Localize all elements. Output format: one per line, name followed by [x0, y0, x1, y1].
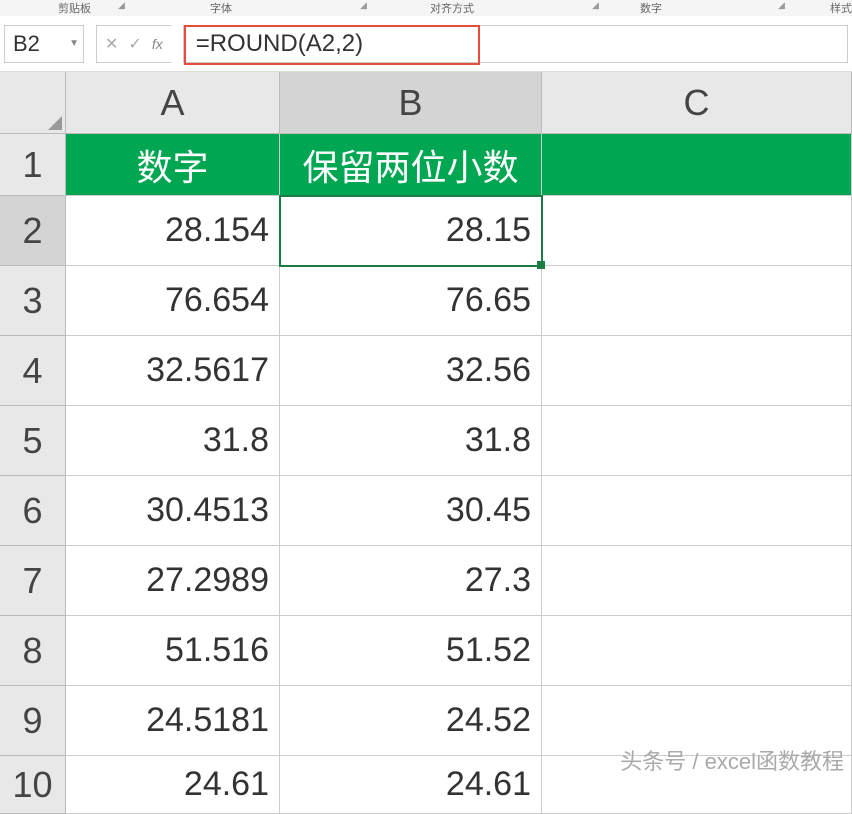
- cell-c4[interactable]: [542, 336, 852, 406]
- ribbon-label-clipboard: 剪贴板: [58, 0, 91, 16]
- cell-c7[interactable]: [542, 546, 852, 616]
- ribbon-label-style: 样式: [830, 0, 852, 16]
- corner-triangle-icon: [48, 116, 62, 130]
- cell-c1[interactable]: [542, 134, 852, 196]
- chevron-down-icon[interactable]: ▼: [69, 38, 79, 49]
- ribbon-expand-icon[interactable]: ◢: [360, 0, 367, 11]
- ribbon-label-font: 字体: [210, 0, 232, 16]
- row-header-10[interactable]: 10: [0, 756, 66, 814]
- table-row: 数字 保留两位小数: [66, 134, 852, 196]
- row-header-9[interactable]: 9: [0, 686, 66, 756]
- watermark-text: 头条号 / excel函数教程: [620, 744, 844, 776]
- table-row: 27.2989 27.3: [66, 546, 852, 616]
- ribbon-label-number: 数字: [640, 0, 662, 16]
- cell-a2[interactable]: 28.154: [66, 196, 280, 266]
- cell-b8[interactable]: 51.52: [280, 616, 542, 686]
- ribbon-expand-icon[interactable]: ◢: [778, 0, 785, 11]
- cell-a6[interactable]: 30.4513: [66, 476, 280, 546]
- ribbon-expand-icon[interactable]: ◢: [592, 0, 599, 11]
- table-row: 30.4513 30.45: [66, 476, 852, 546]
- cancel-icon[interactable]: ✕: [105, 34, 118, 54]
- cell-c6[interactable]: [542, 476, 852, 546]
- row-header-8[interactable]: 8: [0, 616, 66, 686]
- formula-input-container: [183, 25, 848, 63]
- cell-c5[interactable]: [542, 406, 852, 476]
- column-headers: A B C: [66, 72, 852, 134]
- ribbon-expand-icon[interactable]: ◢: [118, 0, 125, 11]
- cell-b3[interactable]: 76.65: [280, 266, 542, 336]
- cell-b6[interactable]: 30.45: [280, 476, 542, 546]
- row-header-7[interactable]: 7: [0, 546, 66, 616]
- row-header-4[interactable]: 4: [0, 336, 66, 406]
- row-header-5[interactable]: 5: [0, 406, 66, 476]
- table-row: 76.654 76.65: [66, 266, 852, 336]
- cell-a5[interactable]: 31.8: [66, 406, 280, 476]
- row-headers: 1 2 3 4 5 6 7 8 9 10: [0, 134, 66, 814]
- cell-b10[interactable]: 24.61: [280, 756, 542, 814]
- ribbon-label-alignment: 对齐方式: [430, 0, 474, 16]
- enter-icon[interactable]: ✓: [128, 34, 141, 54]
- row-header-6[interactable]: 6: [0, 476, 66, 546]
- name-box[interactable]: B2 ▼: [4, 25, 84, 63]
- column-header-a[interactable]: A: [66, 72, 280, 134]
- cell-b5[interactable]: 31.8: [280, 406, 542, 476]
- column-header-b[interactable]: B: [280, 72, 542, 134]
- cell-b2[interactable]: 28.15: [280, 196, 542, 266]
- row-header-3[interactable]: 3: [0, 266, 66, 336]
- cell-a8[interactable]: 51.516: [66, 616, 280, 686]
- cell-a4[interactable]: 32.5617: [66, 336, 280, 406]
- cell-b1[interactable]: 保留两位小数: [280, 134, 542, 196]
- table-row: 51.516 51.52: [66, 616, 852, 686]
- fx-icon[interactable]: fx: [152, 36, 163, 52]
- cell-b4[interactable]: 32.56: [280, 336, 542, 406]
- select-all-corner[interactable]: [0, 72, 66, 134]
- cell-a7[interactable]: 27.2989: [66, 546, 280, 616]
- cell-b9[interactable]: 24.52: [280, 686, 542, 756]
- cell-c8[interactable]: [542, 616, 852, 686]
- table-row: 32.5617 32.56: [66, 336, 852, 406]
- cell-a9[interactable]: 24.5181: [66, 686, 280, 756]
- cell-a3[interactable]: 76.654: [66, 266, 280, 336]
- cell-b7[interactable]: 27.3: [280, 546, 542, 616]
- formula-bar: B2 ▼ ✕ ✓ fx: [0, 16, 852, 72]
- name-box-value: B2: [13, 31, 40, 57]
- formula-input[interactable]: [188, 30, 843, 58]
- cell-c2[interactable]: [542, 196, 852, 266]
- row-header-2[interactable]: 2: [0, 196, 66, 266]
- cells-area: 数字 保留两位小数 28.154 28.15 76.654 76.65 32.5…: [66, 134, 852, 814]
- cell-a1[interactable]: 数字: [66, 134, 280, 196]
- table-row: 28.154 28.15: [66, 196, 852, 266]
- cell-c3[interactable]: [542, 266, 852, 336]
- ribbon-section-labels: 剪贴板 ◢ 字体 ◢ 对齐方式 ◢ 数字 ◢ 样式: [0, 0, 852, 16]
- row-header-1[interactable]: 1: [0, 134, 66, 196]
- table-row: 31.8 31.8: [66, 406, 852, 476]
- column-header-c[interactable]: C: [542, 72, 852, 134]
- formula-bar-controls: ✕ ✓ fx: [96, 25, 171, 63]
- cell-a10[interactable]: 24.61: [66, 756, 280, 814]
